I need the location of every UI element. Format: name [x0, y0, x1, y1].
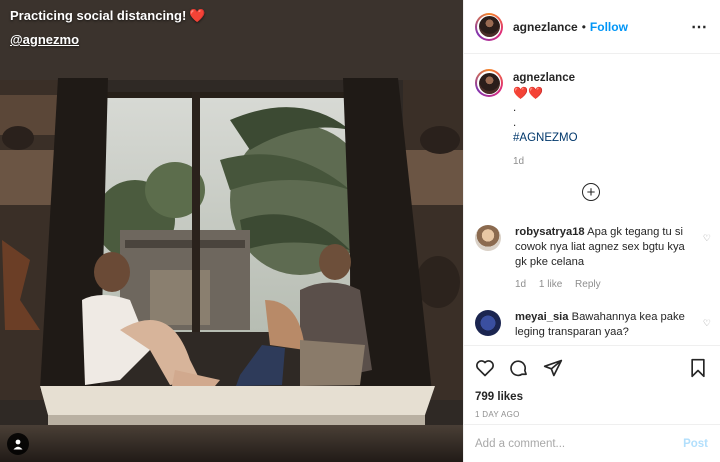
- comment-time[interactable]: 1d: [515, 279, 526, 290]
- caption-timestamp[interactable]: 1d: [513, 154, 578, 169]
- post-header: agnezlance • Follow ⋯: [464, 0, 720, 54]
- user-tag-icon[interactable]: [7, 433, 29, 455]
- photo-caption-mention[interactable]: @agnezmo: [10, 32, 79, 47]
- comment-username[interactable]: meyai_sia: [515, 311, 569, 323]
- comments-section[interactable]: agnezlance ❤️❤️ . . #AGNEZMO 1d + robysa…: [464, 55, 720, 345]
- heart-icon[interactable]: ♡: [703, 318, 711, 329]
- follow-button[interactable]: Follow: [590, 20, 628, 34]
- heart-icon[interactable]: [475, 358, 495, 378]
- comment-item: meyai_sia Bawahannya kea pake leging tra…: [475, 310, 711, 340]
- post-actions: 799 likes 1 DAY AGO: [464, 345, 720, 419]
- comment-input[interactable]: [475, 437, 684, 450]
- reply-button[interactable]: Reply: [575, 279, 601, 290]
- avatar[interactable]: [475, 69, 503, 97]
- share-icon[interactable]: [543, 358, 563, 378]
- header-username[interactable]: agnezlance: [513, 20, 578, 34]
- avatar[interactable]: [475, 310, 501, 336]
- avatar[interactable]: [475, 12, 503, 41]
- comment-username[interactable]: robysatrya18: [515, 226, 585, 238]
- separator-dot: •: [581, 19, 586, 34]
- comment-icon[interactable]: [509, 358, 529, 378]
- comment-item: robysatrya18 Apa gk tegang tu si cowok n…: [475, 225, 711, 292]
- caption-hashtag[interactable]: #AGNEZMO: [513, 131, 578, 146]
- photo-caption-overlay: Practicing social distancing! ❤️ @agnezmo: [10, 9, 205, 46]
- post-caption: agnezlance ❤️❤️ . . #AGNEZMO 1d: [464, 55, 720, 169]
- caption-hearts: ❤️❤️: [513, 86, 543, 100]
- bookmark-icon[interactable]: [688, 358, 708, 378]
- avatar[interactable]: [475, 225, 501, 251]
- photo-scene: [0, 0, 463, 462]
- likes-count[interactable]: 799 likes: [475, 391, 708, 403]
- post-photo[interactable]: Practicing social distancing! ❤️ @agnezmo: [0, 0, 463, 462]
- photo-caption-text: Practicing social distancing!: [10, 8, 187, 23]
- heart-emoji-icon: ❤️: [189, 8, 206, 23]
- heart-icon[interactable]: ♡: [703, 233, 711, 244]
- plus-circle-icon[interactable]: +: [582, 183, 600, 201]
- comment-likes[interactable]: 1 like: [539, 279, 562, 290]
- caption-username[interactable]: agnezlance: [513, 71, 578, 86]
- post-time[interactable]: 1 DAY AGO: [475, 410, 708, 419]
- post-comment-button[interactable]: Post: [683, 438, 708, 450]
- caption-line-dot: .: [513, 117, 517, 129]
- post-side-panel: agnezlance • Follow ⋯ agnezlance ❤️❤️ . …: [463, 0, 720, 462]
- caption-line-dot: .: [513, 102, 517, 114]
- more-horizontal-icon[interactable]: ⋯: [691, 17, 708, 37]
- add-comment-bar: Post: [464, 424, 720, 462]
